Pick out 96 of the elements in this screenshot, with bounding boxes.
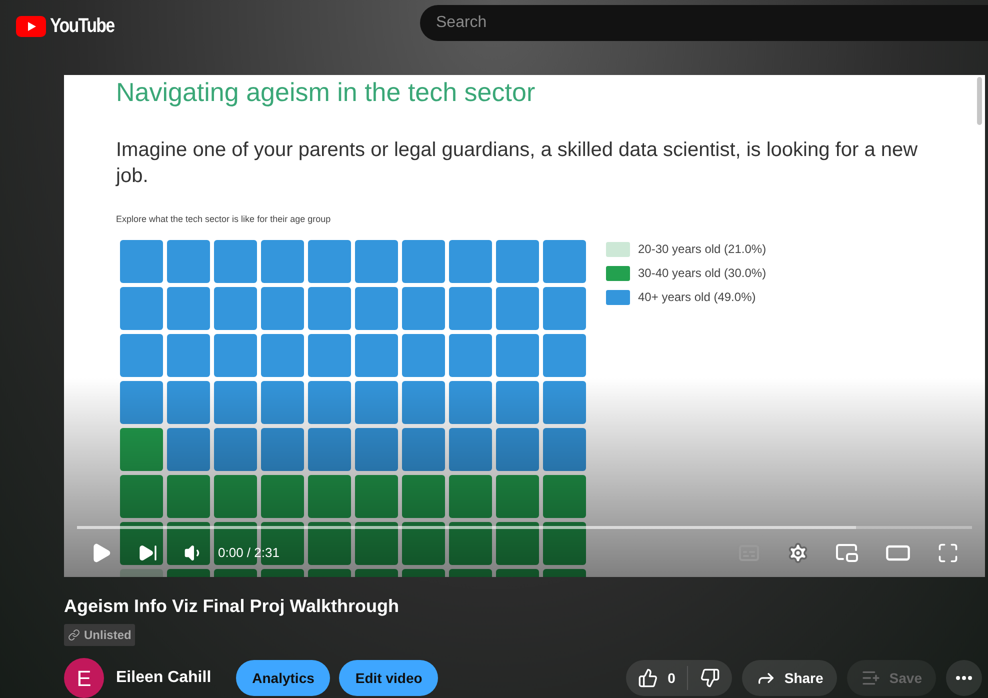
waffle-square: [402, 522, 445, 566]
waffle-square: [214, 475, 257, 518]
waffle-square: [402, 240, 445, 284]
waffle-square: [120, 428, 163, 472]
channel-name[interactable]: Eileen Cahill: [116, 666, 212, 690]
scrollbar[interactable]: [977, 76, 982, 125]
waffle-square: [214, 240, 257, 284]
visibility-label: Unlisted: [84, 627, 132, 644]
waffle-square: [496, 287, 539, 330]
waffle-square: [120, 240, 163, 284]
waffle-square: [543, 381, 586, 424]
waffle-square: [167, 428, 210, 472]
link-icon: [68, 629, 80, 641]
next-button[interactable]: [138, 543, 158, 563]
waffle-square: [120, 287, 163, 330]
thumbs-down-icon: [700, 668, 720, 688]
waffle-square: [308, 240, 351, 284]
waffle-square: [496, 475, 539, 518]
waffle-square: [308, 381, 351, 424]
waffle-square: [261, 240, 304, 284]
waffle-square: [355, 381, 398, 424]
waffle-square: [355, 334, 398, 378]
studio-button[interactable]: Analytics: [236, 660, 330, 696]
waffle-square: [402, 334, 445, 378]
slide-title: Navigating ageism in the tech sector: [116, 76, 536, 107]
more-icon: [956, 676, 972, 680]
studio-button[interactable]: Edit video: [339, 660, 438, 696]
waffle-square: [355, 287, 398, 330]
waffle-square: [543, 475, 586, 518]
waffle-square: [261, 334, 304, 378]
waffle-square: [543, 240, 586, 284]
waffle-square: [120, 475, 163, 518]
waffle-square: [214, 334, 257, 378]
settings-button[interactable]: [787, 542, 809, 564]
waffle-square: [496, 428, 539, 472]
waffle-square: [120, 381, 163, 424]
waffle-square: [449, 522, 492, 566]
waffle-square: [496, 522, 539, 566]
waffle-square: [402, 475, 445, 518]
legend-label: 40+ years old (49.0%): [638, 289, 756, 306]
logo-text: YouTube: [50, 14, 114, 39]
chart-caption: Explore what the tech sector is like for their age group: [116, 212, 332, 226]
video-title: Ageism Info Viz Final Proj Walkthrough: [64, 595, 400, 618]
waffle-square: [402, 287, 445, 330]
fullscreen-button[interactable]: [937, 542, 959, 564]
channel-avatar[interactable]: E: [64, 658, 104, 698]
waffle-square: [543, 287, 586, 330]
waffle-square: [120, 334, 163, 378]
waffle-square: [496, 334, 539, 378]
waffle-square: [167, 240, 210, 284]
waffle-square: [261, 287, 304, 330]
like-button[interactable]: 0: [626, 668, 688, 688]
waffle-square: [449, 287, 492, 330]
share-button[interactable]: Share: [742, 660, 838, 696]
waffle-square: [449, 475, 492, 518]
waffle-square: [355, 240, 398, 284]
waffle-square: [496, 381, 539, 424]
waffle-square: [402, 428, 445, 472]
waffle-square: [167, 334, 210, 378]
waffle-square: [167, 287, 210, 330]
waffle-square: [308, 428, 351, 472]
more-button[interactable]: [946, 660, 982, 696]
waffle-square: [355, 522, 398, 566]
logo-icon: [16, 16, 46, 36]
search-field[interactable]: Search: [420, 5, 988, 41]
waffle-square: [261, 381, 304, 424]
waffle-square: [449, 334, 492, 378]
slide-question: Imagine one of your parents or legal guardians, a skilled data scientist, is looking for a new job.: [116, 138, 919, 189]
waffle-square: [214, 381, 257, 424]
waffle-square: [308, 475, 351, 518]
legend-label: 30-40 years old (30.0%): [638, 265, 766, 282]
waffle-square: [167, 381, 210, 424]
thumbs-up-icon: [638, 668, 658, 688]
waffle-square: [402, 381, 445, 424]
waffle-square: [167, 522, 210, 566]
waffle-square: [355, 428, 398, 472]
waffle-square: [449, 381, 492, 424]
legend-label: 20-30 years old (21.0%): [638, 241, 766, 258]
waffle-square: [308, 287, 351, 330]
waffle-square: [120, 522, 163, 566]
waffle-square: [308, 522, 351, 566]
waffle-square: [543, 522, 586, 566]
time-display: 0:00 / 2:31: [218, 544, 280, 562]
waffle-square: [167, 475, 210, 518]
waffle-square: [355, 475, 398, 518]
waffle-square: [214, 287, 257, 330]
waffle-square: [214, 428, 257, 472]
waffle-square: [261, 475, 304, 518]
waffle-square: [261, 428, 304, 472]
waffle-square: [543, 428, 586, 472]
waffle-square: [496, 240, 539, 284]
waffle-square: [308, 334, 351, 378]
miniplayer-button[interactable]: [835, 541, 859, 565]
waffle-square: [543, 334, 586, 378]
waffle-square: [449, 240, 492, 284]
waffle-square: [449, 428, 492, 472]
